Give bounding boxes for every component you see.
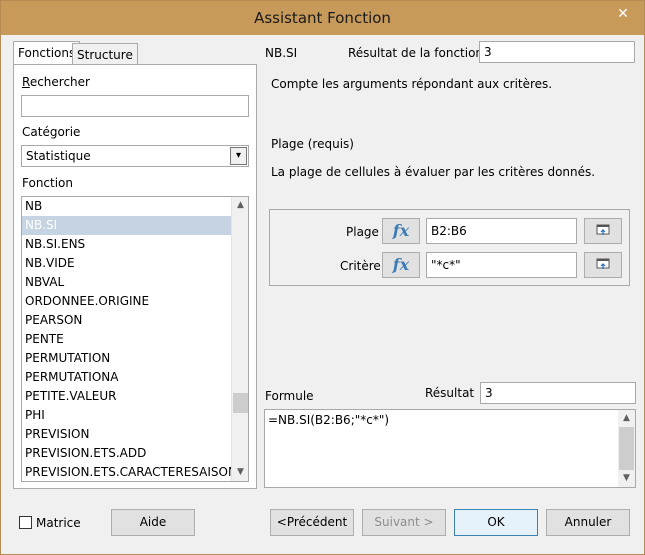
- cancel-button[interactable]: Annuler: [546, 509, 630, 536]
- function-list-scrollbar[interactable]: ▲ ▼: [231, 197, 248, 481]
- category-select[interactable]: Statistique ▾: [21, 145, 249, 167]
- scroll-up-icon[interactable]: ▲: [618, 410, 635, 427]
- fx-icon-critere[interactable]: fx: [382, 252, 420, 278]
- function-list-items: NB NB.SI NB.SI.ENS NB.VIDE NBVAL ORDONNEE.ORI…: [22, 197, 248, 481]
- ok-button[interactable]: OK: [454, 509, 538, 536]
- function-list[interactable]: NB NB.SI NB.SI.ENS NB.VIDE NBVAL ORDONNEE.ORI…: [21, 196, 249, 482]
- shrink-icon: [596, 258, 610, 269]
- list-item[interactable]: NB.SI.ENS: [22, 235, 231, 254]
- formula-result-label: Résultat: [425, 386, 475, 400]
- scroll-thumb[interactable]: [619, 427, 634, 470]
- function-description: Compte les arguments répondant aux critè…: [271, 77, 553, 91]
- category-value: Statistique: [26, 149, 91, 163]
- list-item[interactable]: PREVISION.ETS.ADD: [22, 444, 231, 463]
- scroll-down-icon[interactable]: ▼: [232, 464, 248, 481]
- list-item[interactable]: NB.VIDE: [22, 254, 231, 273]
- previous-button[interactable]: <Précédent: [270, 509, 354, 536]
- list-item[interactable]: PENTE: [22, 330, 231, 349]
- list-item[interactable]: PERMUTATIONA: [22, 368, 231, 387]
- function-wizard-window: Assistant Fonction ✕ Fonctions Structure…: [0, 0, 645, 555]
- list-item[interactable]: NB: [22, 197, 231, 216]
- shrink-icon-plage[interactable]: [584, 218, 622, 244]
- search-label-text: echercher: [29, 75, 90, 89]
- scroll-thumb[interactable]: [233, 393, 248, 413]
- scroll-down-icon[interactable]: ▼: [618, 470, 635, 487]
- function-list-label: Fonction: [22, 176, 74, 190]
- formula-editor[interactable]: =NB.SI(B2:B6;"*c*") ▲ ▼: [264, 409, 636, 488]
- function-result-value: 3: [479, 41, 635, 63]
- formula-scrollbar[interactable]: ▲ ▼: [618, 410, 635, 487]
- arg-critere-input[interactable]: "*c*": [426, 252, 577, 278]
- formula-label: Formule: [265, 389, 314, 403]
- shrink-icon-critere[interactable]: [584, 252, 622, 278]
- matrix-checkbox[interactable]: [19, 516, 32, 529]
- fx-icon-plage[interactable]: fx: [382, 218, 420, 244]
- argument-description: La plage de cellules à évaluer par les c…: [271, 165, 596, 179]
- tab-structure[interactable]: Structure: [72, 43, 138, 65]
- matrix-label: Matrice: [36, 516, 81, 530]
- list-item[interactable]: PREVISION.ETS.CARACTERESAISONNIERE: [22, 463, 231, 481]
- list-item[interactable]: PHI: [22, 406, 231, 425]
- arg-plage-label: Plage: [346, 225, 379, 239]
- list-item[interactable]: PETITE.VALEUR: [22, 387, 231, 406]
- close-button[interactable]: ✕: [608, 3, 638, 25]
- window-title: Assistant Fonction: [254, 9, 391, 27]
- arg-critere-label: Critère: [340, 259, 381, 273]
- chevron-down-icon[interactable]: ▾: [230, 147, 247, 165]
- next-button[interactable]: Suivant >: [362, 509, 446, 536]
- list-item[interactable]: ORDONNEE.ORIGINE: [22, 292, 231, 311]
- function-name: NB.SI: [265, 46, 298, 60]
- list-item[interactable]: PEARSON: [22, 311, 231, 330]
- list-item[interactable]: NBVAL: [22, 273, 231, 292]
- scroll-up-icon[interactable]: ▲: [232, 197, 248, 214]
- list-item[interactable]: PREVISION: [22, 425, 231, 444]
- list-item[interactable]: PERMUTATION: [22, 349, 231, 368]
- formula-result-value: 3: [480, 382, 636, 404]
- formula-text[interactable]: =NB.SI(B2:B6;"*c*"): [268, 413, 389, 427]
- function-result-label: Résultat de la fonction: [348, 46, 484, 60]
- title-bar: Assistant Fonction ✕: [1, 1, 644, 35]
- category-label: Catégorie: [22, 125, 81, 139]
- arg-plage-input[interactable]: B2:B6: [426, 218, 577, 244]
- argument-title: Plage (requis): [271, 137, 354, 151]
- tab-fonctions[interactable]: Fonctions: [13, 41, 81, 65]
- list-item[interactable]: NB.SI: [22, 216, 231, 235]
- search-label: Rechercher: [22, 75, 90, 89]
- search-input[interactable]: [21, 95, 249, 117]
- help-button[interactable]: Aide: [111, 509, 195, 536]
- shrink-icon: [596, 224, 610, 235]
